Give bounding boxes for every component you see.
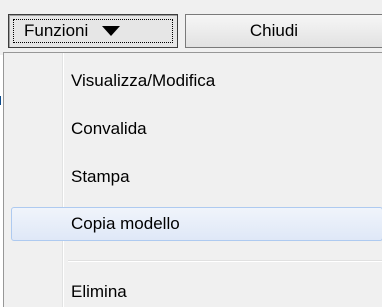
menu-item-label: Visualizza/Modifica [71,71,216,90]
chiudi-button[interactable]: Chiudi [185,14,382,48]
menu-item-label: Elimina [71,282,127,301]
menu-item-elimina[interactable]: Elimina [11,275,382,307]
chiudi-button-label: Chiudi [249,21,299,40]
menu-item-label: Stampa [71,167,130,186]
caret-down-icon [102,26,121,36]
funzioni-button-label: Funzioni [24,21,89,40]
focus-ring: Funzioni [13,19,173,43]
toolbar: Funzioni Chiudi [0,0,382,55]
menu-separator [68,260,382,262]
menu-item-copia-modello[interactable]: Copia modello [11,207,382,241]
left-edge-mark [0,96,1,105]
menu-item-label: Copia modello [71,214,180,233]
menu-item-convalida[interactable]: Convalida [11,112,382,146]
menu-item-stampa[interactable]: Stampa [11,160,382,194]
app-window: Funzioni Chiudi Visualizza/Modifica Conv… [0,0,382,307]
menu-item-label: Convalida [71,119,147,138]
funzioni-dropdown-menu: Visualizza/Modifica Convalida Stampa Cop… [3,52,382,307]
menu-item-visualizza-modifica[interactable]: Visualizza/Modifica [11,64,382,98]
funzioni-menu-button[interactable]: Funzioni [8,14,178,48]
